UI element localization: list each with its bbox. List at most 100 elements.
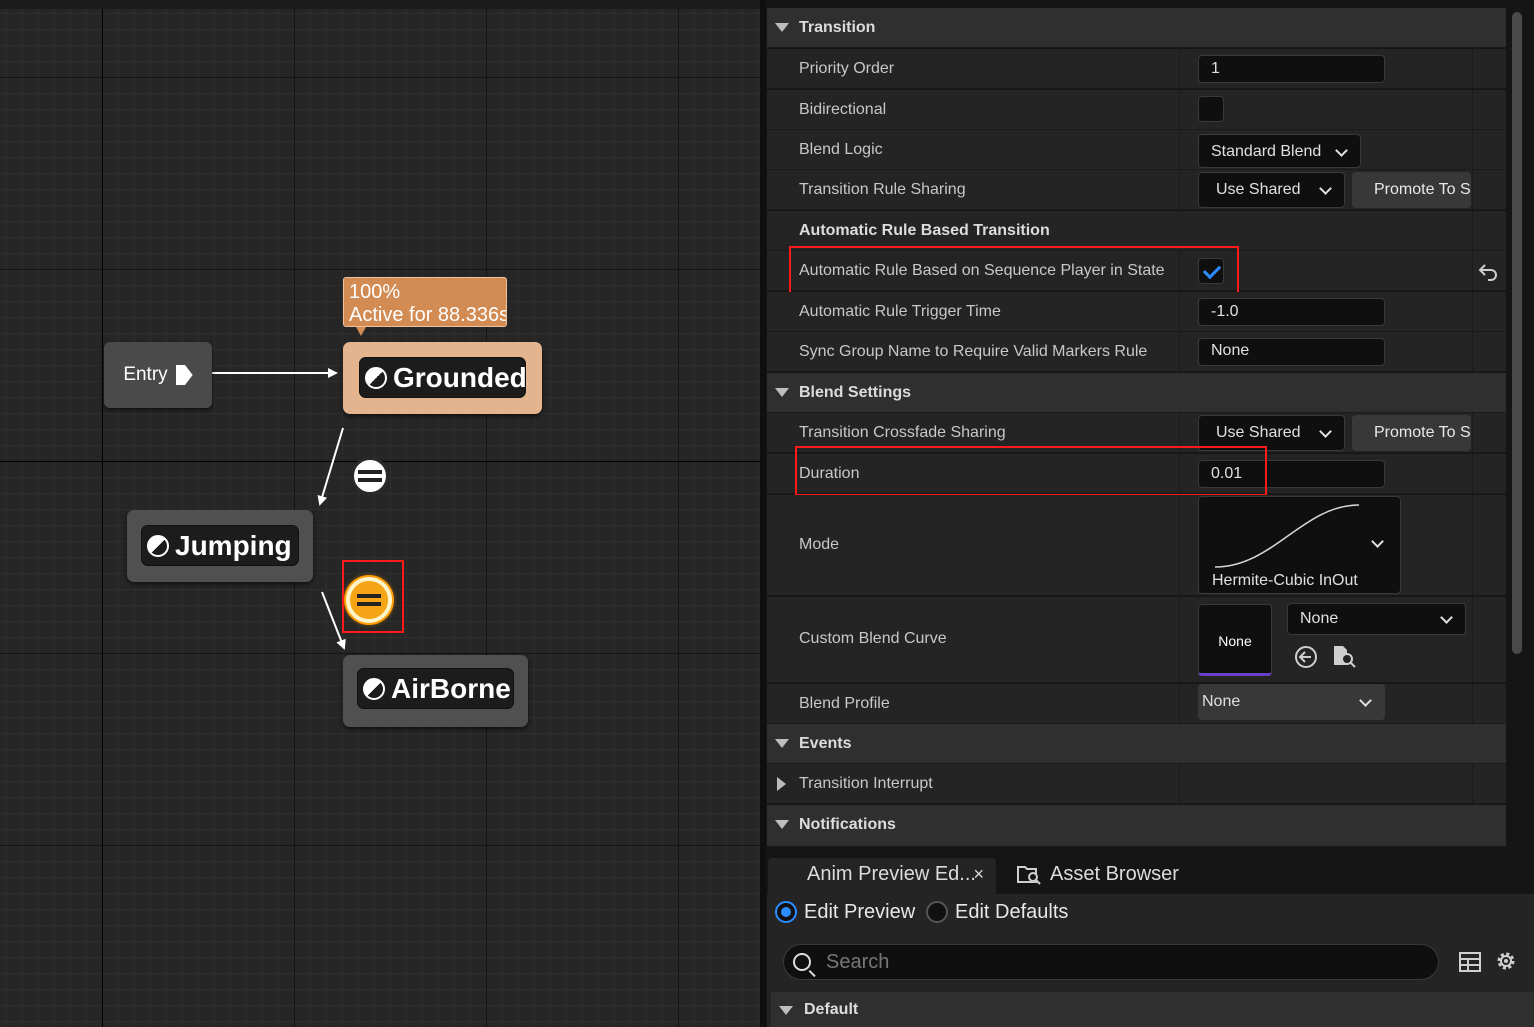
- collapsed-arrow-icon[interactable]: [777, 777, 786, 791]
- property-label: Sync Group Name to Require Valid Markers…: [799, 343, 1148, 360]
- expand-arrow-icon[interactable]: [775, 23, 789, 32]
- state-label-airborne: AirBorne: [391, 672, 511, 704]
- entry-node[interactable]: Entry: [104, 342, 212, 408]
- transition-bars: [357, 593, 381, 607]
- tab-asset-browser[interactable]: Asset Browser: [1050, 858, 1179, 894]
- chevron-down-icon: [1371, 535, 1384, 548]
- details-scrollbar[interactable]: [1512, 12, 1522, 654]
- chevron-down-icon: [1359, 694, 1372, 707]
- expand-arrow-icon[interactable]: [775, 820, 789, 829]
- state-node-jumping[interactable]: Jumping: [127, 510, 313, 582]
- trigger-time-input[interactable]: -1.0: [1198, 298, 1385, 326]
- entry-label: Entry: [123, 364, 168, 385]
- category-label: Notifications: [799, 816, 896, 833]
- transition-rule-sharing-dropdown[interactable]: Use Shared: [1198, 172, 1345, 208]
- use-selected-asset-icon[interactable]: [1293, 644, 1319, 670]
- state-node-airborne[interactable]: AirBorne: [343, 655, 528, 727]
- chevron-down-icon: [1319, 425, 1332, 438]
- state-label-grounded: Grounded: [393, 361, 527, 393]
- chevron-down-icon: [1319, 182, 1332, 195]
- reset-to-default-icon[interactable]: [1477, 261, 1499, 283]
- category-label: Transition: [799, 19, 876, 36]
- crossfade-sharing-dropdown[interactable]: Use Shared: [1198, 415, 1345, 451]
- category-notifications[interactable]: Notifications: [767, 805, 1506, 847]
- graph-wires: [212, 368, 346, 650]
- browse-asset-icon[interactable]: [1331, 643, 1357, 669]
- property-label: Mode: [799, 536, 840, 553]
- promote-to-shared-button[interactable]: Promote To Shared: [1352, 172, 1471, 208]
- row-blend-logic: Blend Logic: [767, 130, 1506, 170]
- expand-arrow-icon[interactable]: [779, 1006, 793, 1015]
- transition-icon[interactable]: [351, 457, 389, 495]
- automatic-rule-checkbox[interactable]: [1198, 258, 1224, 284]
- chevron-down-icon: [1440, 611, 1453, 624]
- property-label: Transition Rule Sharing: [799, 181, 966, 198]
- custom-blend-curve-dropdown[interactable]: None: [1287, 603, 1466, 635]
- radio-edit-preview[interactable]: [775, 901, 797, 923]
- subcategory-label: Automatic Rule Based Transition: [799, 222, 1050, 239]
- row-duration: Duration: [767, 454, 1506, 494]
- blend-profile-dropdown[interactable]: None: [1198, 684, 1385, 720]
- property-label: Priority Order: [799, 60, 895, 77]
- category-label: Blend Settings: [799, 384, 912, 401]
- duration-input[interactable]: 0.01: [1198, 460, 1385, 488]
- state-machine-icon: [147, 534, 169, 557]
- dropdown-value: Use Shared: [1216, 424, 1301, 441]
- property-label: Blend Profile: [799, 695, 890, 712]
- row-blend-profile: Blend Profile: [767, 684, 1506, 724]
- category-default[interactable]: Default: [771, 992, 1534, 1027]
- tooltip-tail: [356, 327, 366, 336]
- dropdown-value: Use Shared: [1216, 181, 1301, 198]
- entry-arrow-icon: [175, 365, 193, 385]
- row-transition-interrupt[interactable]: Transition Interrupt: [767, 764, 1506, 804]
- dropdown-value: None: [1300, 610, 1339, 627]
- category-label: Events: [799, 735, 852, 752]
- property-label: Transition Interrupt: [799, 775, 933, 792]
- property-label: Bidirectional: [799, 101, 887, 118]
- wire-jumping-to-airborne: [321, 591, 346, 650]
- row-automatic-rule-header: Automatic Rule Based Transition: [767, 211, 1506, 251]
- tab-label: Anim Preview Ed...: [807, 863, 976, 885]
- category-events[interactable]: Events: [767, 724, 1506, 764]
- property-label: Automatic Rule Trigger Time: [799, 303, 1001, 320]
- chevron-down-icon: [1335, 144, 1348, 157]
- blend-mode-dropdown[interactable]: Hermite-Cubic InOut: [1198, 496, 1401, 594]
- close-icon[interactable]: ×: [973, 858, 984, 890]
- property-label: Duration: [799, 465, 860, 482]
- asset-browser-icon: [1017, 866, 1041, 885]
- state-debug-tooltip: 100% Active for 88.336s: [343, 277, 507, 327]
- expand-arrow-icon[interactable]: [775, 739, 789, 748]
- tooltip-weight: 100%: [349, 281, 401, 303]
- expand-arrow-icon[interactable]: [775, 388, 789, 397]
- tooltip-active-time: Active for 88.336s: [349, 304, 507, 326]
- gear-icon[interactable]: [1494, 949, 1518, 973]
- search-placeholder: Search: [826, 951, 890, 973]
- dropdown-value: Standard Blend: [1211, 143, 1322, 160]
- category-transition[interactable]: Transition: [767, 8, 1506, 48]
- bidirectional-checkbox[interactable]: [1198, 96, 1224, 122]
- property-label: Transition Crossfade Sharing: [799, 424, 1006, 441]
- row-bidirectional: Bidirectional: [767, 90, 1506, 130]
- blend-logic-dropdown[interactable]: Standard Blend: [1198, 134, 1361, 168]
- promote-to-shared-button[interactable]: Promote To Shared: [1352, 415, 1471, 451]
- transition-bars: [358, 469, 382, 483]
- dropdown-value: None: [1202, 693, 1241, 710]
- anim-graph-canvas[interactable]: Entry 100% Active for 88.336s Grounded J…: [0, 0, 760, 1027]
- property-label: Custom Blend Curve: [799, 630, 947, 647]
- radio-edit-defaults[interactable]: [926, 901, 948, 923]
- state-machine-icon: [365, 366, 387, 389]
- sync-group-input[interactable]: None: [1198, 338, 1385, 366]
- priority-order-input[interactable]: 1: [1198, 55, 1385, 83]
- search-input[interactable]: Search: [783, 944, 1439, 980]
- property-label: Blend Logic: [799, 141, 883, 158]
- state-node-grounded[interactable]: Grounded: [343, 342, 542, 414]
- row-automatic-rule: Automatic Rule Based on Sequence Player …: [767, 251, 1506, 291]
- tab-anim-preview-editor[interactable]: Anim Preview Ed... ×: [768, 858, 996, 894]
- row-trigger-time: Automatic Rule Trigger Time: [767, 292, 1506, 332]
- property-label: Automatic Rule Based on Sequence Player …: [799, 262, 1165, 279]
- category-blend-settings[interactable]: Blend Settings: [767, 373, 1506, 413]
- table-view-icon[interactable]: [1458, 950, 1482, 974]
- selected-transition-icon[interactable]: [346, 577, 392, 623]
- asset-thumbnail[interactable]: None: [1198, 604, 1272, 676]
- radio-label: Edit Defaults: [955, 901, 1069, 923]
